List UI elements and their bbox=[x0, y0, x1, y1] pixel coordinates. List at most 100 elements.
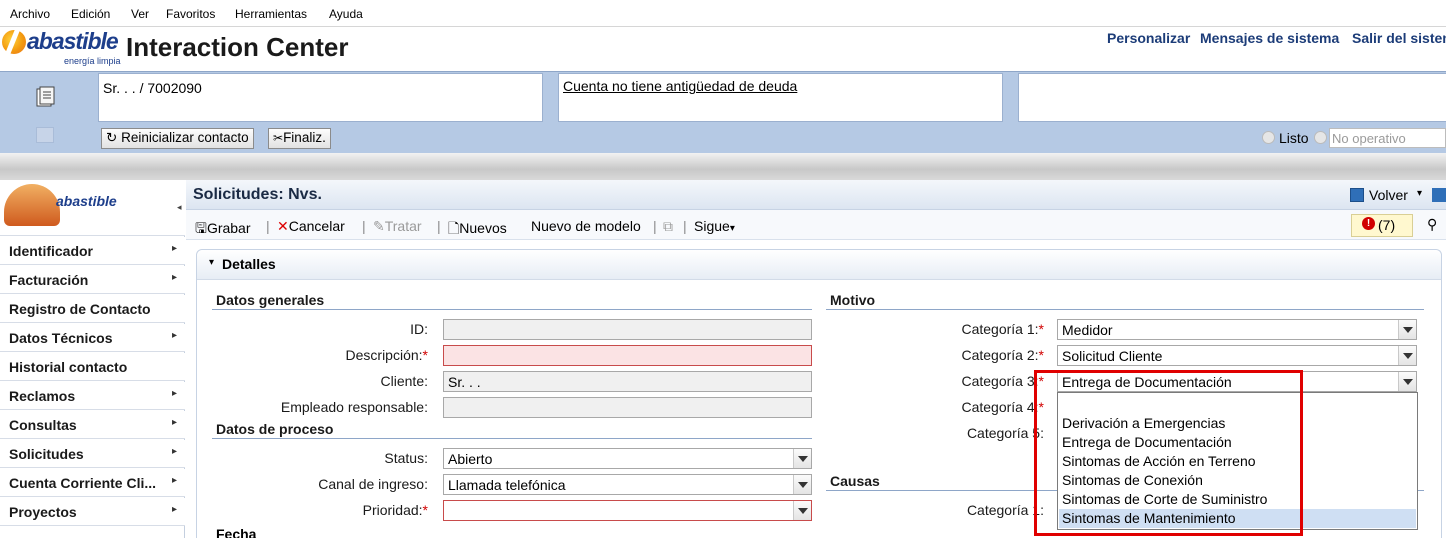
menu-ayuda[interactable]: Ayuda bbox=[329, 7, 363, 21]
sidebar-item-consultas[interactable]: Consultas ▸ bbox=[0, 411, 185, 439]
system-messages-link[interactable]: Mensajes de sistema bbox=[1200, 30, 1339, 46]
causes-heading: Causas bbox=[830, 473, 880, 489]
save-label: Grabar bbox=[206, 220, 251, 236]
chevron-down-icon[interactable] bbox=[793, 501, 811, 520]
page-title: Solicitudes: Nvs. bbox=[193, 186, 322, 203]
description-label-text: Descripción: bbox=[345, 347, 423, 363]
status-ready-radio[interactable] bbox=[1262, 131, 1275, 144]
back-button[interactable]: Volver bbox=[1369, 187, 1408, 203]
refresh-icon: ↻ bbox=[106, 130, 118, 145]
sidebar-item-datos-tecnicos[interactable]: Datos Técnicos ▸ bbox=[0, 324, 185, 352]
next-button[interactable]: Sigue▾ bbox=[694, 218, 735, 234]
priority-label: Prioridad:* bbox=[228, 502, 428, 518]
priority-select[interactable] bbox=[443, 500, 812, 521]
collapse-sidebar-icon[interactable]: ◂ bbox=[177, 202, 182, 213]
messages-count: (7) bbox=[1378, 217, 1396, 233]
info-box bbox=[1018, 73, 1446, 122]
logout-link[interactable]: Salir del sistema bbox=[1352, 30, 1446, 46]
brand-tagline: energía limpia bbox=[64, 56, 121, 66]
personalize-link[interactable]: Personalizar bbox=[1107, 30, 1190, 46]
process-label: Tratar bbox=[384, 218, 422, 234]
menu-ver[interactable]: Ver bbox=[131, 7, 149, 21]
status-select[interactable]: Abierto bbox=[443, 448, 812, 469]
id-field[interactable] bbox=[443, 319, 812, 340]
category1-label: Categoría 1:* bbox=[838, 321, 1044, 337]
sidebar-item-historial[interactable]: Historial contacto bbox=[0, 353, 185, 381]
category2-value: Solicitud Cliente bbox=[1062, 348, 1163, 364]
sidebar-item-facturacion[interactable]: Facturación ▸ bbox=[0, 266, 185, 294]
save-icon: 🖫 bbox=[195, 220, 207, 236]
channel-select[interactable]: Llamada telefónica bbox=[443, 474, 812, 495]
notepad-icon[interactable] bbox=[34, 86, 56, 108]
section-divider bbox=[212, 309, 812, 310]
chevron-down-icon[interactable] bbox=[1398, 346, 1416, 365]
category4-label: Categoría 4:* bbox=[838, 399, 1044, 415]
collapse-icon: ▾ bbox=[209, 257, 215, 268]
chevron-down-icon[interactable] bbox=[1398, 320, 1416, 339]
status-not-operative-radio[interactable] bbox=[1314, 131, 1327, 144]
process-data-heading: Datos de proceso bbox=[216, 421, 334, 437]
sidebar-item-label: Datos Técnicos bbox=[9, 330, 113, 346]
back-dropdown-icon[interactable]: ▾ bbox=[1417, 188, 1422, 199]
required-marker: * bbox=[422, 347, 428, 363]
chevron-down-icon[interactable] bbox=[793, 475, 811, 494]
chevron-right-icon: ▸ bbox=[171, 272, 177, 283]
copy-icon[interactable]: ⧉ bbox=[663, 218, 673, 235]
sidebar-item-reclamos[interactable]: Reclamos ▸ bbox=[0, 382, 185, 410]
causes-category1-label: Categoría 1: bbox=[966, 502, 1044, 518]
category1-select[interactable]: Medidor bbox=[1057, 319, 1417, 340]
category2-select[interactable]: Solicitud Cliente bbox=[1057, 345, 1417, 366]
status-select[interactable]: No operativo bbox=[1329, 128, 1446, 148]
category1-label-text: Categoría 1: bbox=[961, 321, 1039, 337]
details-header[interactable]: ▾ Detalles bbox=[197, 250, 1441, 280]
channel-label: Canal de ingreso: bbox=[318, 476, 428, 492]
reset-contact-button[interactable]: ↻ Reinicializar contacto bbox=[101, 128, 254, 149]
chevron-down-icon[interactable] bbox=[1398, 372, 1416, 391]
details-title: Detalles bbox=[222, 256, 276, 272]
menu-edicion[interactable]: Edición bbox=[71, 7, 110, 21]
next-label: Sigue bbox=[694, 218, 730, 234]
sidebar-item-label: Proyectos bbox=[9, 504, 77, 520]
menu-favoritos[interactable]: Favoritos bbox=[166, 7, 215, 21]
new-from-template-button[interactable]: Nuevo de modelo bbox=[531, 218, 641, 234]
forward-icon[interactable] bbox=[1432, 188, 1446, 202]
sidebar-item-solicitudes[interactable]: Solicitudes ▸ bbox=[0, 440, 185, 468]
error-icon: ! bbox=[1362, 217, 1375, 230]
cancel-x-icon: ✕ bbox=[277, 218, 289, 234]
client-field[interactable]: Sr. . . bbox=[443, 371, 812, 392]
chevron-down-icon[interactable] bbox=[793, 449, 811, 468]
edit-icon: ✎ bbox=[373, 218, 385, 234]
employee-field[interactable] bbox=[443, 397, 812, 418]
sidebar-logo-area: abastible ◂ bbox=[0, 180, 185, 236]
sidebar-item-registro-contacto[interactable]: Registro de Contacto bbox=[0, 295, 185, 323]
process-button[interactable]: ✎Tratar bbox=[373, 218, 422, 235]
messages-badge[interactable]: ! (7) bbox=[1351, 214, 1413, 237]
chevron-right-icon: ▸ bbox=[171, 388, 177, 399]
sidebar-item-label: Cuenta Corriente Cli... bbox=[9, 475, 157, 491]
separator-strip bbox=[0, 153, 1446, 180]
sidebar-item-proyectos[interactable]: Proyectos ▸ bbox=[0, 498, 185, 526]
sidebar-item-cuenta-corriente[interactable]: Cuenta Corriente Cli... ▸ bbox=[0, 469, 185, 497]
page-header: Solicitudes: Nvs. Volver ▾ bbox=[186, 180, 1446, 210]
finish-button[interactable]: ✂Finaliz. bbox=[268, 128, 331, 149]
sidebar-item-label: Identificador bbox=[9, 243, 94, 259]
personalize-icon[interactable]: ⚲ bbox=[1427, 216, 1437, 233]
next-section-heading: Fecha bbox=[216, 526, 256, 538]
status-value: Abierto bbox=[448, 451, 493, 467]
chevron-down-icon: ▾ bbox=[729, 223, 735, 234]
save-button[interactable]: 🖫Grabar bbox=[195, 218, 251, 242]
menu-herramientas[interactable]: Herramientas bbox=[235, 7, 307, 21]
chevron-right-icon: ▸ bbox=[171, 446, 177, 457]
sidebar-item-identificador[interactable]: Identificador ▸ bbox=[0, 237, 185, 265]
debt-status-link[interactable]: Cuenta no tiene antigüedad de deuda bbox=[563, 78, 797, 94]
category4-label-text: Categoría 4: bbox=[961, 399, 1039, 415]
new-button[interactable]: 🗋Nuevos bbox=[448, 218, 507, 242]
toolbar-separator: | bbox=[437, 218, 441, 234]
cancel-button[interactable]: ✕Cancelar bbox=[277, 218, 345, 235]
brand-logo-icon bbox=[2, 30, 26, 54]
toolbar-separator: | bbox=[362, 218, 366, 234]
menu-archivo[interactable]: Archivo bbox=[10, 7, 50, 21]
sidebar-item-label: Registro de Contacto bbox=[9, 301, 151, 317]
blank-icon bbox=[36, 127, 54, 143]
description-field[interactable] bbox=[443, 345, 812, 366]
